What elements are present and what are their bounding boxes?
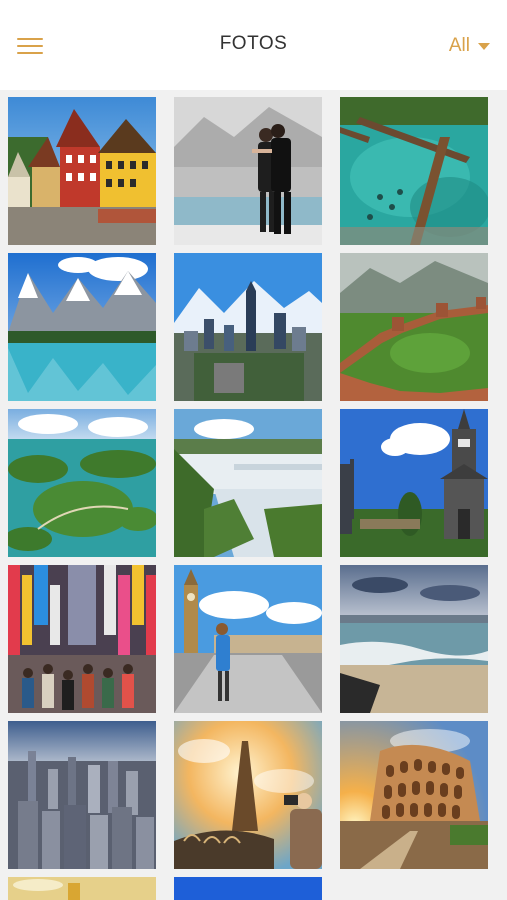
photo-beach-coastline[interactable]: [340, 565, 488, 713]
photo-great-wall[interactable]: [340, 253, 488, 401]
page-title: FOTOS: [219, 33, 288, 54]
photo-colorful-timber-houses[interactable]: [8, 97, 156, 245]
photo-partial-golden[interactable]: [8, 877, 156, 900]
photo-tango-dancers[interactable]: [174, 97, 322, 245]
photo-eiffel-tower-traveler[interactable]: [174, 721, 322, 869]
photo-iguazu-waterfalls[interactable]: [174, 409, 322, 557]
photo-grid: [0, 97, 507, 900]
photo-lagoon-islands[interactable]: [8, 409, 156, 557]
photo-gallery-app: FOTOS All: [0, 0, 507, 900]
caret-down-icon: [478, 42, 490, 50]
photo-wooden-church[interactable]: [340, 409, 488, 557]
photo-turquoise-lake-fallen-tree[interactable]: [340, 97, 488, 245]
app-header: FOTOS All: [0, 0, 507, 90]
filter-label: All: [448, 35, 470, 56]
photo-partial-blue[interactable]: [174, 877, 322, 900]
filter-dropdown[interactable]: All: [449, 34, 490, 58]
photo-big-ben-woman[interactable]: [174, 565, 322, 713]
photo-mountain-lake-reflection[interactable]: [8, 253, 156, 401]
photo-neon-street-crowd[interactable]: [8, 565, 156, 713]
photo-city-skyline-andes[interactable]: [174, 253, 322, 401]
photo-manhattan-aerial[interactable]: [8, 721, 156, 869]
photo-colosseum-sunset[interactable]: [340, 721, 488, 869]
